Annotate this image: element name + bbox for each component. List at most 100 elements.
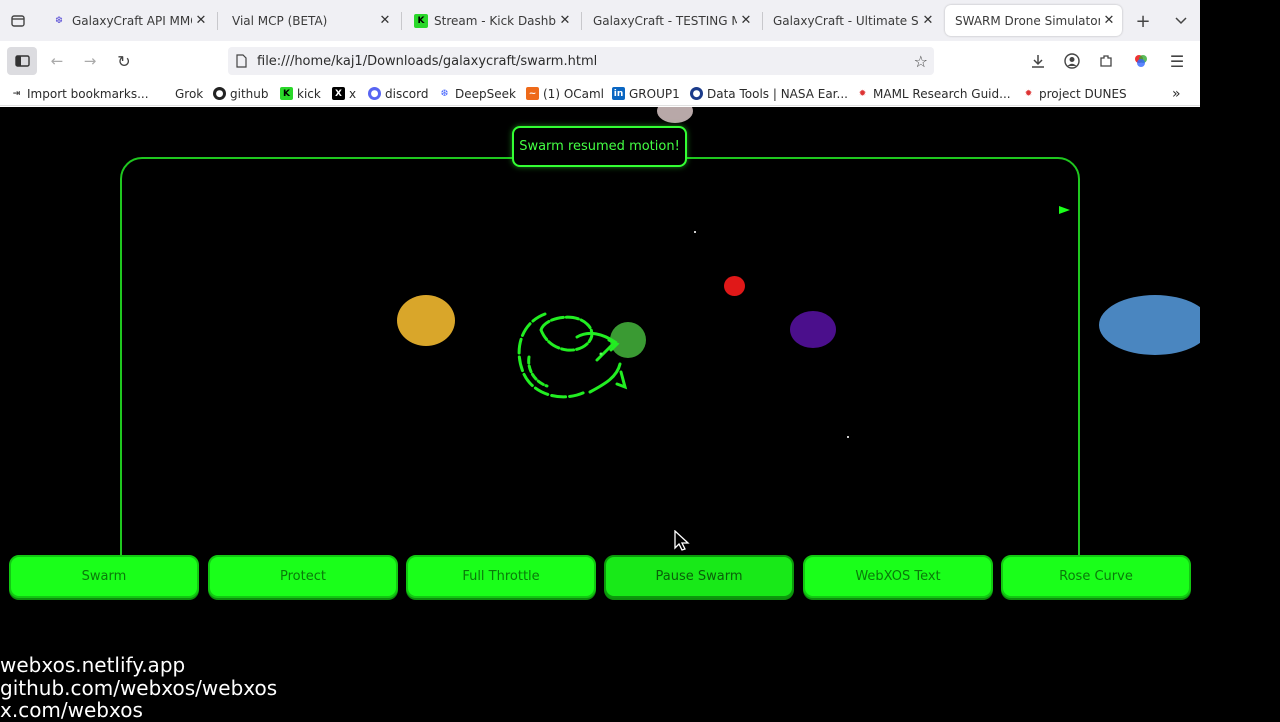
browser-chrome: ❆ GalaxyCraft API MMO l ✕ Vial MCP (BETA… [0, 0, 1200, 107]
tab-overview-icon[interactable] [8, 11, 28, 31]
tab-galaxycraft-testing[interactable]: GalaxyCraft - TESTING MO ✕ [583, 5, 759, 36]
bookmark-label: DeepSeek [455, 86, 516, 101]
tab-galaxycraft-ultimate[interactable]: GalaxyCraft - Ultimate Spa ✕ [763, 5, 941, 36]
bookmark-label: Grok [175, 86, 204, 101]
bookmark-ocaml[interactable]: ~ (1) OCaml [526, 85, 604, 102]
close-icon[interactable]: ✕ [919, 13, 937, 28]
linkedin-icon: in [612, 87, 625, 100]
webxos-text-button[interactable]: WebXOS Text [803, 555, 993, 598]
discord-icon: ● [368, 87, 381, 100]
planet-yellow [397, 295, 455, 346]
status-toast: Swarm resumed motion! [512, 126, 687, 167]
simulation-canvas[interactable] [0, 107, 1200, 567]
close-icon[interactable]: ✕ [1100, 13, 1118, 28]
bookmark-label: MAML Research Guid... [873, 86, 1011, 101]
tab-title: Stream - Kick Dashboa [434, 13, 556, 28]
dunes-icon: ✹ [1024, 88, 1033, 99]
ocaml-icon: ~ [526, 87, 539, 100]
new-tab-icon[interactable]: + [1132, 10, 1154, 32]
back-icon[interactable]: ← [46, 50, 68, 72]
kick-icon: K [414, 13, 428, 28]
bookmark-label: GROUP1 [629, 86, 680, 101]
downloads-icon[interactable] [1027, 50, 1049, 72]
sidebar-icon[interactable] [7, 47, 37, 75]
maml-icon: ✹ [858, 88, 867, 99]
bookmark-x[interactable]: Xx [332, 85, 356, 102]
tab-title: GalaxyCraft API MMO l [72, 13, 192, 28]
github-icon: ● [213, 87, 226, 100]
tab-vial-mcp[interactable]: Vial MCP (BETA) ✕ [222, 5, 398, 36]
rose-curve-button[interactable]: Rose Curve [1001, 555, 1191, 598]
planet-purple [790, 311, 836, 348]
kick-icon: K [280, 87, 293, 100]
tab-separator [581, 12, 582, 30]
close-icon[interactable]: ✕ [376, 13, 394, 28]
navigation-bar: ← → ↻ file:///home/kaj1/Downloads/galaxy… [0, 41, 1200, 81]
bookmark-kick[interactable]: Kkick [280, 85, 321, 102]
address-bar[interactable]: file:///home/kaj1/Downloads/galaxycraft/… [228, 47, 934, 75]
nasa-icon: ● [690, 87, 703, 100]
bookmark-import[interactable]: ⇥ Import bookmarks... [10, 85, 149, 102]
mouse-cursor-icon [674, 530, 690, 551]
deepseek-icon: ❆ [440, 88, 449, 99]
bookmark-dunes[interactable]: ✹ project DUNES [1022, 85, 1127, 102]
extensions-icon[interactable] [1095, 50, 1117, 72]
planet-pink [657, 107, 693, 123]
tab-kick-dashboard[interactable]: K Stream - Kick Dashboa ✕ [404, 5, 578, 36]
tab-title: SWARM Drone Simulator | [955, 13, 1100, 28]
bookmark-label: Import bookmarks... [27, 86, 149, 101]
close-icon[interactable]: ✕ [556, 13, 574, 28]
planet-red [724, 276, 745, 296]
import-icon: ⇥ [12, 88, 21, 99]
galaxycraft-icon: ❆ [55, 15, 63, 26]
pause-swarm-button[interactable]: Pause Swarm [604, 555, 794, 598]
forward-icon[interactable]: → [79, 50, 101, 72]
close-icon[interactable]: ✕ [192, 13, 210, 28]
tab-title: Vial MCP (BETA) [232, 13, 328, 28]
drone-swarm-trail [517, 312, 628, 399]
tab-galaxycraft-api[interactable]: ❆ GalaxyCraft API MMO l ✕ [42, 5, 214, 36]
x-icon: X [332, 87, 345, 100]
menu-icon[interactable]: ☰ [1166, 50, 1188, 72]
bookmark-discord[interactable]: ● discord [368, 85, 428, 102]
footer-link-github: github.com/webxos/webxos [0, 676, 278, 700]
bookmark-label: x [349, 86, 357, 101]
swarm-button[interactable]: Swarm [9, 555, 199, 598]
bookmark-group1[interactable]: in GROUP1 [612, 85, 680, 102]
bookmarks-bar: ⇥ Import bookmarks... Grok ● github Kkick … [0, 81, 1200, 106]
bookmark-label: (1) OCaml [543, 86, 605, 101]
more-bookmarks-icon[interactable]: » [1172, 85, 1181, 102]
bookmark-label: github [230, 86, 269, 101]
tab-separator [401, 12, 402, 30]
tab-bar: ❆ GalaxyCraft API MMO l ✕ Vial MCP (BETA… [0, 0, 1200, 41]
star-dot [847, 436, 849, 438]
bookmark-label: project DUNES [1039, 86, 1127, 101]
tab-list-icon[interactable] [1170, 10, 1192, 32]
tab-title: GalaxyCraft - TESTING MO [593, 13, 737, 28]
bookmark-maml[interactable]: ✹ MAML Research Guid... [856, 85, 1011, 102]
star-dot [694, 231, 696, 233]
bookmark-grok[interactable]: Grok [175, 85, 203, 102]
url-text: file:///home/kaj1/Downloads/galaxycraft/… [257, 53, 598, 69]
close-icon[interactable]: ✕ [737, 13, 755, 28]
reload-icon[interactable]: ↻ [113, 50, 135, 72]
bookmark-label: Data Tools | NASA Ear... [707, 86, 848, 101]
footer-link-x: x.com/webxos [0, 698, 143, 722]
page-icon [236, 54, 247, 68]
bookmark-star-icon[interactable]: ☆ [914, 52, 928, 71]
bookmark-label: discord [385, 86, 429, 101]
full-throttle-button[interactable]: Full Throttle [406, 555, 596, 598]
bookmark-github[interactable]: ● github [213, 85, 268, 102]
drone-marker-icon [1059, 206, 1070, 214]
bookmark-deepseek[interactable]: ❆ DeepSeek [438, 85, 516, 102]
bookmark-nasa[interactable]: ● Data Tools | NASA Ear... [690, 85, 848, 102]
tab-title: GalaxyCraft - Ultimate Spa [773, 13, 919, 28]
color-extension-icon[interactable] [1130, 50, 1152, 72]
protect-button[interactable]: Protect [208, 555, 398, 598]
planet-blue [1099, 295, 1200, 355]
footer-link-netlify: webxos.netlify.app [0, 653, 186, 677]
tab-swarm-simulator[interactable]: SWARM Drone Simulator | ✕ [945, 5, 1122, 36]
tab-separator [217, 12, 218, 30]
bookmark-label: kick [297, 86, 321, 101]
account-icon[interactable] [1061, 50, 1083, 72]
